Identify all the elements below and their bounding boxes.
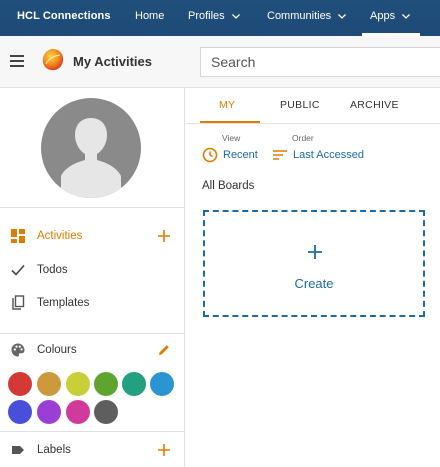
add-label-icon[interactable]	[157, 443, 171, 457]
copy-icon	[12, 295, 25, 310]
view-selector[interactable]: Recent	[202, 146, 258, 164]
chevron-down-icon	[231, 14, 240, 19]
colour-swatch[interactable]	[94, 400, 118, 424]
nav-apps[interactable]: Apps	[370, 10, 411, 22]
brand-label[interactable]: HCL Connections	[17, 10, 111, 22]
boards-heading: All Boards	[202, 180, 255, 192]
edit-colours-icon[interactable]	[157, 343, 171, 357]
view-value: Recent	[223, 149, 258, 161]
labels-header: Labels	[0, 436, 185, 464]
sidebar-item-label: Activities	[37, 230, 83, 242]
clock-icon	[202, 147, 218, 163]
colour-swatch[interactable]	[94, 372, 118, 396]
divider	[0, 207, 185, 208]
colours-label: Colours	[37, 344, 77, 356]
app-bar: My Activities	[0, 36, 440, 88]
tab-archive[interactable]: ARCHIVE	[350, 99, 399, 111]
colour-swatch[interactable]	[37, 400, 61, 424]
create-board-card[interactable]: Create	[203, 210, 425, 317]
tab-public[interactable]: PUBLIC	[280, 99, 320, 111]
tab-my[interactable]: MY	[219, 99, 235, 111]
divider	[0, 333, 185, 334]
sidebar-item-label: Todos	[37, 264, 68, 276]
plus-icon	[308, 245, 322, 259]
colour-swatch[interactable]	[66, 400, 90, 424]
view-caption: View	[222, 133, 241, 143]
label-tag-icon	[12, 446, 24, 454]
person-silhouette-icon	[61, 118, 121, 198]
order-value: Last Accessed	[293, 149, 364, 161]
dashboard-icon	[11, 229, 25, 243]
sidebar: Activities Todos Templates Colours Label…	[0, 88, 185, 467]
colours-header: Colours	[0, 336, 185, 364]
nav-communities-label: Communities	[267, 10, 332, 22]
chevron-down-icon	[338, 14, 347, 19]
divider	[0, 431, 185, 432]
palette-icon	[11, 343, 25, 357]
nav-home-label: Home	[135, 10, 165, 22]
order-caption: Order	[292, 133, 314, 143]
order-selector[interactable]: Last Accessed	[272, 146, 364, 164]
colour-swatch[interactable]	[66, 372, 90, 396]
create-label: Create	[294, 276, 334, 291]
colour-swatch[interactable]	[8, 400, 32, 424]
colour-swatch[interactable]	[122, 372, 146, 396]
page-title: My Activities	[73, 54, 152, 69]
sidebar-item-activities[interactable]: Activities	[0, 222, 185, 250]
add-activity-icon[interactable]	[157, 229, 171, 243]
avatar[interactable]	[41, 98, 141, 198]
sidebar-item-todos[interactable]: Todos	[0, 256, 185, 284]
search-input[interactable]	[200, 47, 440, 77]
activities-logo	[42, 49, 64, 71]
labels-label: Labels	[37, 444, 71, 456]
menu-icon[interactable]	[10, 55, 24, 67]
top-nav: HCL Connections Home Profiles Communitie…	[0, 0, 440, 36]
tab-active-indicator	[200, 121, 260, 123]
sidebar-item-label: Templates	[37, 297, 90, 309]
chevron-down-icon	[402, 14, 411, 19]
colour-swatch[interactable]	[8, 372, 32, 396]
nav-apps-label: Apps	[370, 10, 396, 22]
nav-profiles[interactable]: Profiles	[188, 10, 241, 22]
colour-swatch[interactable]	[150, 372, 174, 396]
colour-swatch[interactable]	[37, 372, 61, 396]
main-content: MY PUBLIC ARCHIVE View Recent Order Last…	[186, 88, 440, 467]
sort-icon	[273, 150, 287, 160]
nav-home[interactable]: Home	[135, 10, 164, 22]
nav-communities[interactable]: Communities	[267, 10, 347, 22]
checkmark-icon	[11, 264, 25, 276]
nav-profiles-label: Profiles	[188, 10, 225, 22]
sidebar-item-templates[interactable]: Templates	[0, 289, 185, 317]
tab-bar: MY PUBLIC ARCHIVE	[186, 88, 440, 124]
